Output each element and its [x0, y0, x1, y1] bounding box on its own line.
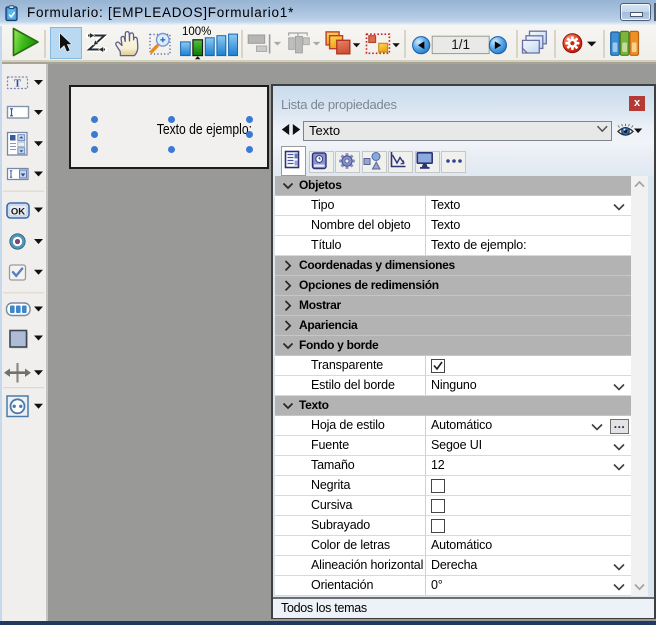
svg-text:100%: 100% — [182, 26, 211, 38]
svg-text:T: T — [14, 79, 21, 90]
svg-text:1/1: 1/1 — [451, 37, 470, 52]
svg-text:OK: OK — [11, 207, 25, 218]
